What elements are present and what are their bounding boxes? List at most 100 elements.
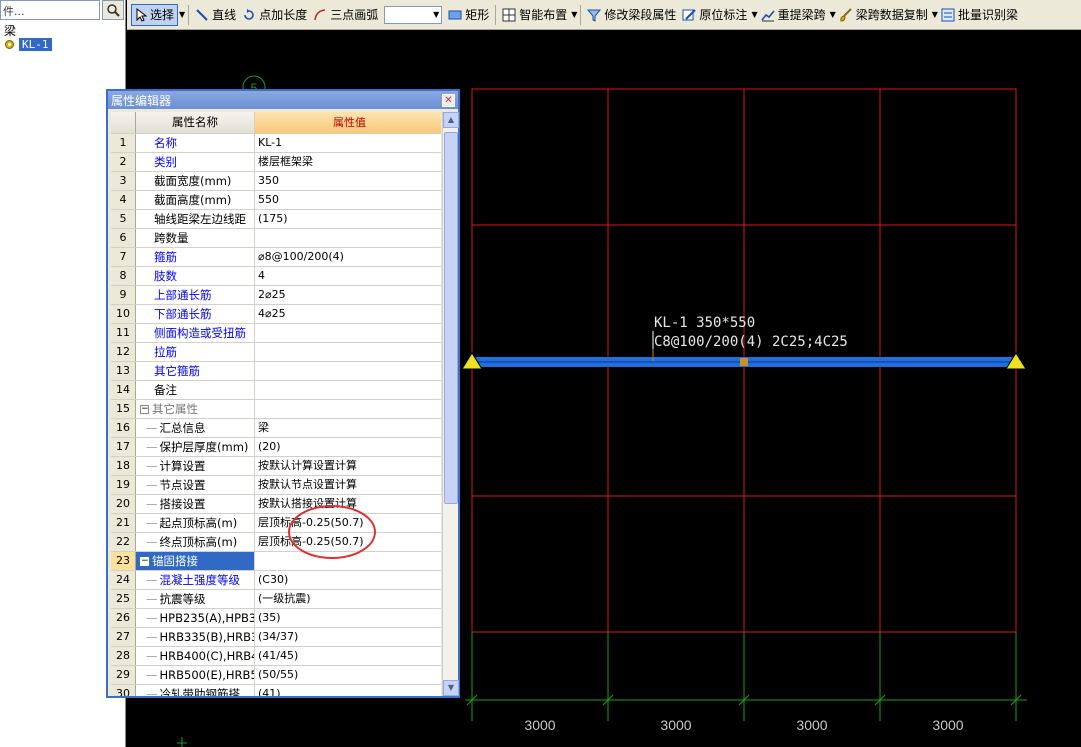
property-row[interactable]: 4 截面高度(mm) 550 — [111, 191, 441, 210]
point-length-button[interactable]: 点加长度 — [239, 4, 310, 26]
select-button[interactable]: 选择 — [131, 3, 179, 26]
property-row[interactable]: 9 上部通长筋 2⌀25 — [111, 286, 441, 305]
property-name[interactable]: 名称 — [136, 134, 255, 152]
tree-root-beam[interactable]: 梁 — [4, 22, 16, 39]
property-row[interactable]: 12 拉筋 — [111, 343, 441, 362]
property-value[interactable] — [255, 381, 441, 399]
span-data-copy-button[interactable]: 梁跨数据复制 — [836, 4, 931, 26]
rect-button[interactable]: 矩形 — [445, 4, 492, 26]
property-name[interactable]: — 节点设置 — [136, 476, 255, 494]
property-row[interactable]: 5 轴线距梁左边线距 (175) — [111, 210, 441, 229]
beam-midpoint-grip[interactable] — [740, 358, 748, 366]
scroll-thumb[interactable] — [444, 132, 458, 504]
property-value[interactable]: 按默认节点设置计算 — [255, 476, 441, 494]
three-point-arc-button[interactable]: 三点画弧 — [310, 4, 381, 26]
property-row[interactable]: 21— 起点顶标高(m) 层顶标高-0.25(50.7) — [111, 514, 441, 533]
property-name[interactable]: 肢数 — [136, 267, 255, 285]
property-value[interactable]: (20) — [255, 438, 441, 456]
collapse-icon[interactable]: − — [140, 557, 149, 566]
property-name[interactable]: − 其它属性 — [136, 400, 255, 418]
close-button[interactable]: ✕ — [442, 93, 455, 107]
smart-layout-button[interactable]: 智能布置 — [499, 4, 570, 26]
property-row[interactable]: 19— 节点设置 按默认节点设置计算 — [111, 476, 441, 495]
select-dropdown-arrow[interactable]: ▼ — [179, 10, 185, 19]
property-name[interactable]: 轴线距梁左边线距 — [136, 210, 255, 228]
property-name[interactable]: — 混凝土强度等级 — [136, 571, 255, 589]
property-name[interactable]: 侧面构造或受扭筋 — [136, 324, 255, 342]
property-value[interactable]: 4 — [255, 267, 441, 285]
batch-identify-button[interactable]: 批量识别梁 — [938, 4, 1021, 26]
property-row[interactable]: 23− 锚固搭接 — [111, 552, 441, 571]
property-row[interactable]: 30— 冷轧带肋钢筋搭 (41) — [111, 685, 441, 696]
edit-span-props-button[interactable]: 修改梁段属性 — [584, 4, 679, 26]
property-name[interactable]: — 搭接设置 — [136, 495, 255, 513]
property-name[interactable]: — 汇总信息 — [136, 419, 255, 437]
property-value[interactable]: (41/45) — [255, 647, 441, 665]
scroll-up-button[interactable]: ▲ — [443, 112, 459, 128]
property-name[interactable]: — 计算设置 — [136, 457, 255, 475]
property-row[interactable]: 13 其它箍筋 — [111, 362, 441, 381]
property-name[interactable]: — 保护层厚度(mm) — [136, 438, 255, 456]
property-row[interactable]: 3 截面宽度(mm) 350 — [111, 172, 441, 191]
property-name[interactable]: 其它箍筋 — [136, 362, 255, 380]
property-name[interactable]: — 终点顶标高(m) — [136, 533, 255, 551]
property-row[interactable]: 29— HRB500(E),HRB5 (50/55) — [111, 666, 441, 685]
property-name[interactable]: 上部通长筋 — [136, 286, 255, 304]
property-value[interactable] — [255, 324, 441, 342]
property-name[interactable]: − 锚固搭接 — [136, 552, 255, 570]
property-row[interactable]: 28— HRB400(C),HRB4 (41/45) — [111, 647, 441, 666]
property-name[interactable]: 类别 — [136, 153, 255, 171]
line-button[interactable]: 直线 — [192, 4, 239, 26]
property-row[interactable]: 15− 其它属性 — [111, 400, 441, 419]
property-value[interactable] — [255, 400, 441, 418]
property-value[interactable]: 梁 — [255, 419, 441, 437]
property-name[interactable]: — 冷轧带肋钢筋搭 — [136, 685, 255, 696]
property-row[interactable]: 1 名称 KL-1 — [111, 134, 441, 153]
property-value[interactable]: 550 — [255, 191, 441, 209]
property-name[interactable]: 跨数量 — [136, 229, 255, 247]
property-name[interactable]: — 抗震等级 — [136, 590, 255, 608]
property-editor-titlebar[interactable]: 属性编辑器 ✕ — [108, 91, 458, 109]
property-value[interactable] — [255, 229, 441, 247]
property-row[interactable]: 22— 终点顶标高(m) 层顶标高-0.25(50.7) — [111, 533, 441, 552]
property-row[interactable]: 24— 混凝土强度等级 (C30) — [111, 571, 441, 590]
property-row[interactable]: 18— 计算设置 按默认计算设置计算 — [111, 457, 441, 476]
property-row[interactable]: 26— HPB235(A),HPB3 (35) — [111, 609, 441, 628]
property-value[interactable]: KL-1 — [255, 134, 441, 152]
property-name[interactable]: — HRB500(E),HRB5 — [136, 666, 255, 684]
property-value[interactable]: 按默认计算设置计算 — [255, 457, 441, 475]
property-value[interactable]: 4⌀25 — [255, 305, 441, 323]
property-row[interactable]: 7 箍筋 ⌀8@100/200(4) — [111, 248, 441, 267]
property-name[interactable]: 备注 — [136, 381, 255, 399]
re-extract-span-button[interactable]: 重提梁跨 — [758, 4, 829, 26]
property-value[interactable] — [255, 343, 441, 361]
property-value[interactable]: (41) — [255, 685, 441, 696]
search-button[interactable] — [102, 0, 124, 20]
arc-mode-select[interactable]: ▼ — [384, 5, 443, 24]
col-value-header[interactable]: 属性值 — [255, 112, 441, 133]
property-row[interactable]: 17— 保护层厚度(mm) (20) — [111, 438, 441, 457]
property-value[interactable] — [255, 362, 441, 380]
property-value[interactable]: (C30) — [255, 571, 441, 589]
property-value[interactable]: 350 — [255, 172, 441, 190]
scroll-down-button[interactable]: ▼ — [443, 680, 459, 696]
property-row[interactable]: 11 侧面构造或受扭筋 — [111, 324, 441, 343]
collapse-icon[interactable]: − — [140, 405, 149, 414]
property-row[interactable]: 16— 汇总信息梁 — [111, 419, 441, 438]
property-row[interactable]: 10 下部通长筋 4⌀25 — [111, 305, 441, 324]
property-row[interactable]: 14 备注 — [111, 381, 441, 400]
col-name-header[interactable]: 属性名称 — [136, 112, 255, 133]
property-row[interactable]: 6 跨数量 — [111, 229, 441, 248]
tree-node-kl1[interactable]: KL-1 — [4, 38, 52, 51]
property-name[interactable]: — HRB400(C),HRB4 — [136, 647, 255, 665]
property-grid-scrollbar[interactable]: ▲ ▼ — [442, 112, 459, 696]
property-value[interactable]: 楼层框架梁 — [255, 153, 441, 171]
tree-search-input[interactable]: 件... — [0, 0, 100, 20]
property-row[interactable]: 25— 抗震等级 (一级抗震) — [111, 590, 441, 609]
smart-layout-dropdown-arrow[interactable]: ▼ — [571, 10, 577, 19]
property-value[interactable]: (175) — [255, 210, 441, 228]
property-name[interactable]: 下部通长筋 — [136, 305, 255, 323]
in-situ-annot-button[interactable]: 原位标注 — [679, 4, 750, 26]
property-value[interactable]: (50/55) — [255, 666, 441, 684]
property-row[interactable]: 8 肢数 4 — [111, 267, 441, 286]
